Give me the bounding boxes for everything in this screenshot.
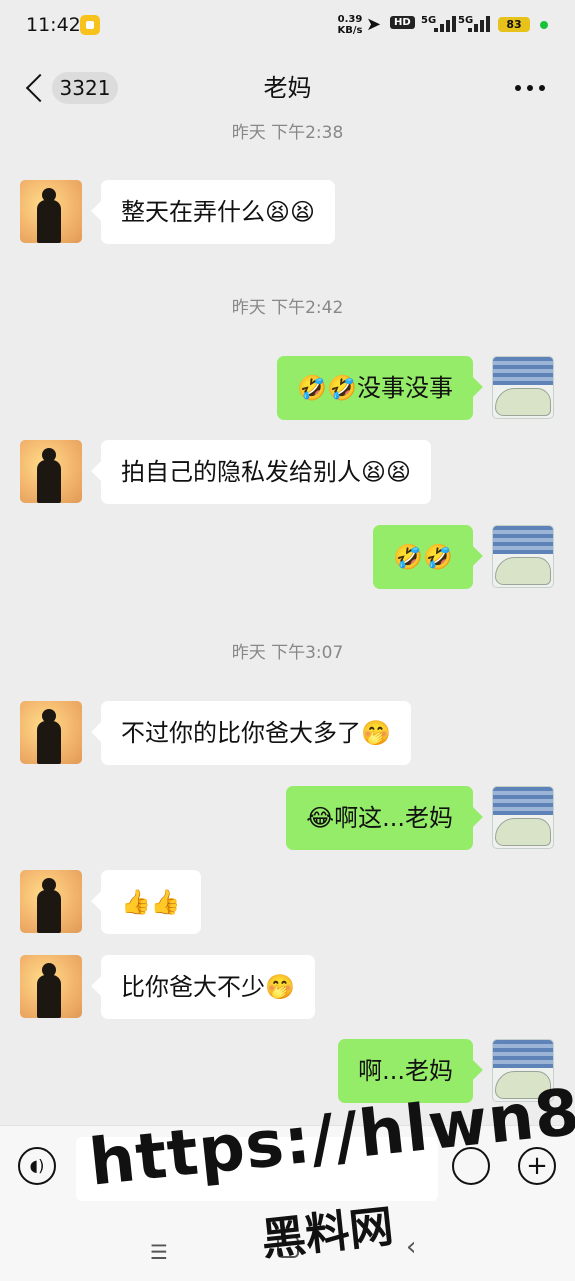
status-bar: 11:42 0.39 KB/s ➤ HD 5G 5G 83 xyxy=(0,0,575,52)
hd-icon: HD xyxy=(390,16,415,29)
contact-avatar[interactable] xyxy=(20,955,82,1018)
my-avatar[interactable] xyxy=(492,356,554,419)
nav-menu-icon[interactable]: ☰ xyxy=(150,1240,168,1264)
message-text: 啊这...老妈 xyxy=(334,804,453,832)
signal-bars-2-icon xyxy=(462,16,492,32)
net-speed-value: 0.39 xyxy=(337,14,363,25)
message-text: 不过你的比你爸大多了 xyxy=(121,719,361,747)
my-avatar[interactable] xyxy=(492,786,554,849)
net-speed: 0.39 KB/s xyxy=(336,14,364,36)
timestamp: 昨天 下午3:07 xyxy=(231,643,344,663)
message-emoji: 🤣🤣 xyxy=(297,374,357,402)
signal-bars-1-icon xyxy=(428,16,458,32)
message-emoji: 🤭 xyxy=(265,973,295,1001)
message-bubble-sent[interactable]: 🤣🤣没事没事 xyxy=(277,356,473,420)
message-bubble-received[interactable]: 不过你的比你爸大多了🤭 xyxy=(101,701,411,765)
timestamp: 昨天 下午2:42 xyxy=(231,298,344,318)
nav-back-icon[interactable]: ‹ xyxy=(406,1232,416,1262)
message-bubble-received[interactable]: 👍👍 xyxy=(101,870,201,934)
message-text: 整天在弄什么 xyxy=(121,198,265,226)
contact-avatar[interactable] xyxy=(20,870,82,933)
message-bubble-received[interactable]: 拍自己的隐私发给别人😫😫 xyxy=(101,440,432,504)
contact-avatar[interactable] xyxy=(20,440,82,503)
message-emoji: 😂 xyxy=(306,804,335,832)
net-speed-unit: KB/s xyxy=(337,25,363,36)
message-text: 没事没事 xyxy=(357,374,453,402)
message-bubble-received[interactable]: 整天在弄什么😫😫 xyxy=(101,180,336,244)
battery-indicator: 83 xyxy=(498,17,530,32)
message-bubble-received[interactable]: 比你爸大不少🤭 xyxy=(101,955,315,1019)
chat-title: 老妈 xyxy=(263,74,312,102)
status-time: 11:42 xyxy=(26,14,81,36)
notification-icon xyxy=(80,15,100,35)
contact-avatar[interactable] xyxy=(20,701,82,764)
message-emoji: 🤭 xyxy=(361,719,391,747)
location-icon: ➤ xyxy=(366,14,382,35)
more-options-icon[interactable] xyxy=(512,85,548,93)
message-text: 拍自己的隐私发给别人 xyxy=(121,458,361,486)
message-text: 比你爸大不少 xyxy=(121,973,265,1001)
voice-icon[interactable]: ◖) xyxy=(18,1147,56,1185)
my-avatar[interactable] xyxy=(492,525,554,588)
message-bubble-sent[interactable]: 😂啊这...老妈 xyxy=(286,786,473,850)
message-text: 啊...老妈 xyxy=(358,1057,453,1085)
timestamp: 昨天 下午2:38 xyxy=(231,123,344,143)
contact-avatar[interactable] xyxy=(20,180,82,243)
message-emoji: 👍👍 xyxy=(121,888,181,916)
message-emoji: 😫😫 xyxy=(361,458,412,486)
message-emoji: 🤣🤣 xyxy=(393,543,453,571)
message-emoji: 😫😫 xyxy=(265,198,316,226)
message-bubble-sent[interactable]: 🤣🤣 xyxy=(373,525,473,589)
privacy-dot-icon xyxy=(540,21,548,29)
